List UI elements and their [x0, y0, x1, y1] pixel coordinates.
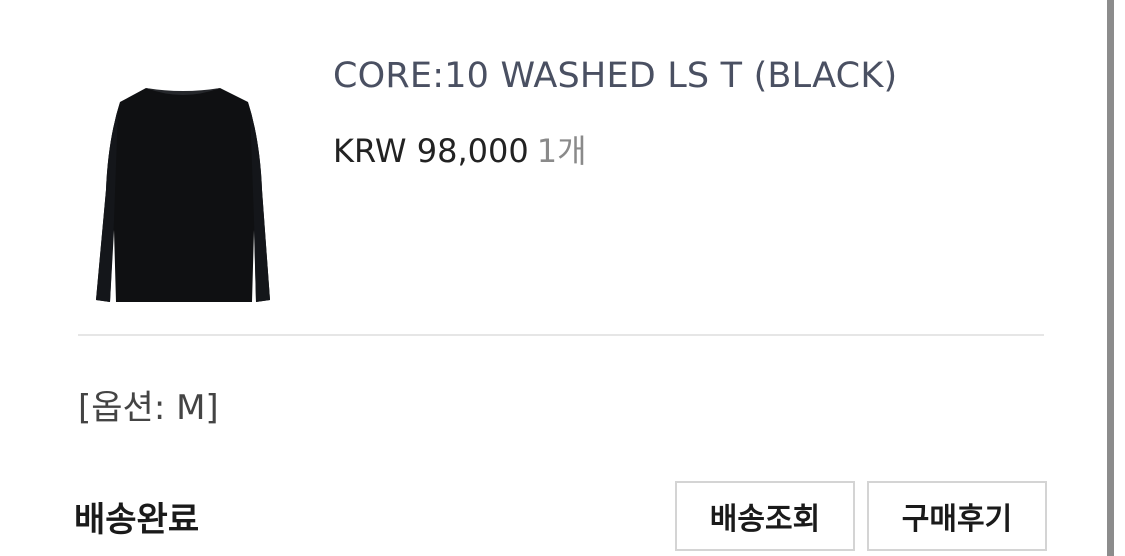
product-name[interactable]: CORE:10 WASHED LS T (BLACK) [333, 56, 897, 96]
option-text: [옵션: M] [78, 388, 219, 428]
black-long-sleeve-tshirt-icon [96, 88, 270, 302]
scrollbar[interactable] [1107, 0, 1114, 556]
order-status: 배송완료 [74, 500, 200, 540]
order-item-card: CORE:10 WASHED LS T (BLACK) KRW 98,000 1개… [0, 0, 1125, 556]
divider [78, 334, 1044, 336]
write-review-button[interactable]: 구매후기 [867, 481, 1047, 551]
product-price: KRW 98,000 [333, 132, 529, 170]
product-image[interactable] [88, 80, 278, 310]
price-row: KRW 98,000 1개 [333, 126, 587, 172]
product-quantity: 1개 [536, 132, 587, 170]
track-delivery-button[interactable]: 배송조회 [675, 481, 855, 551]
